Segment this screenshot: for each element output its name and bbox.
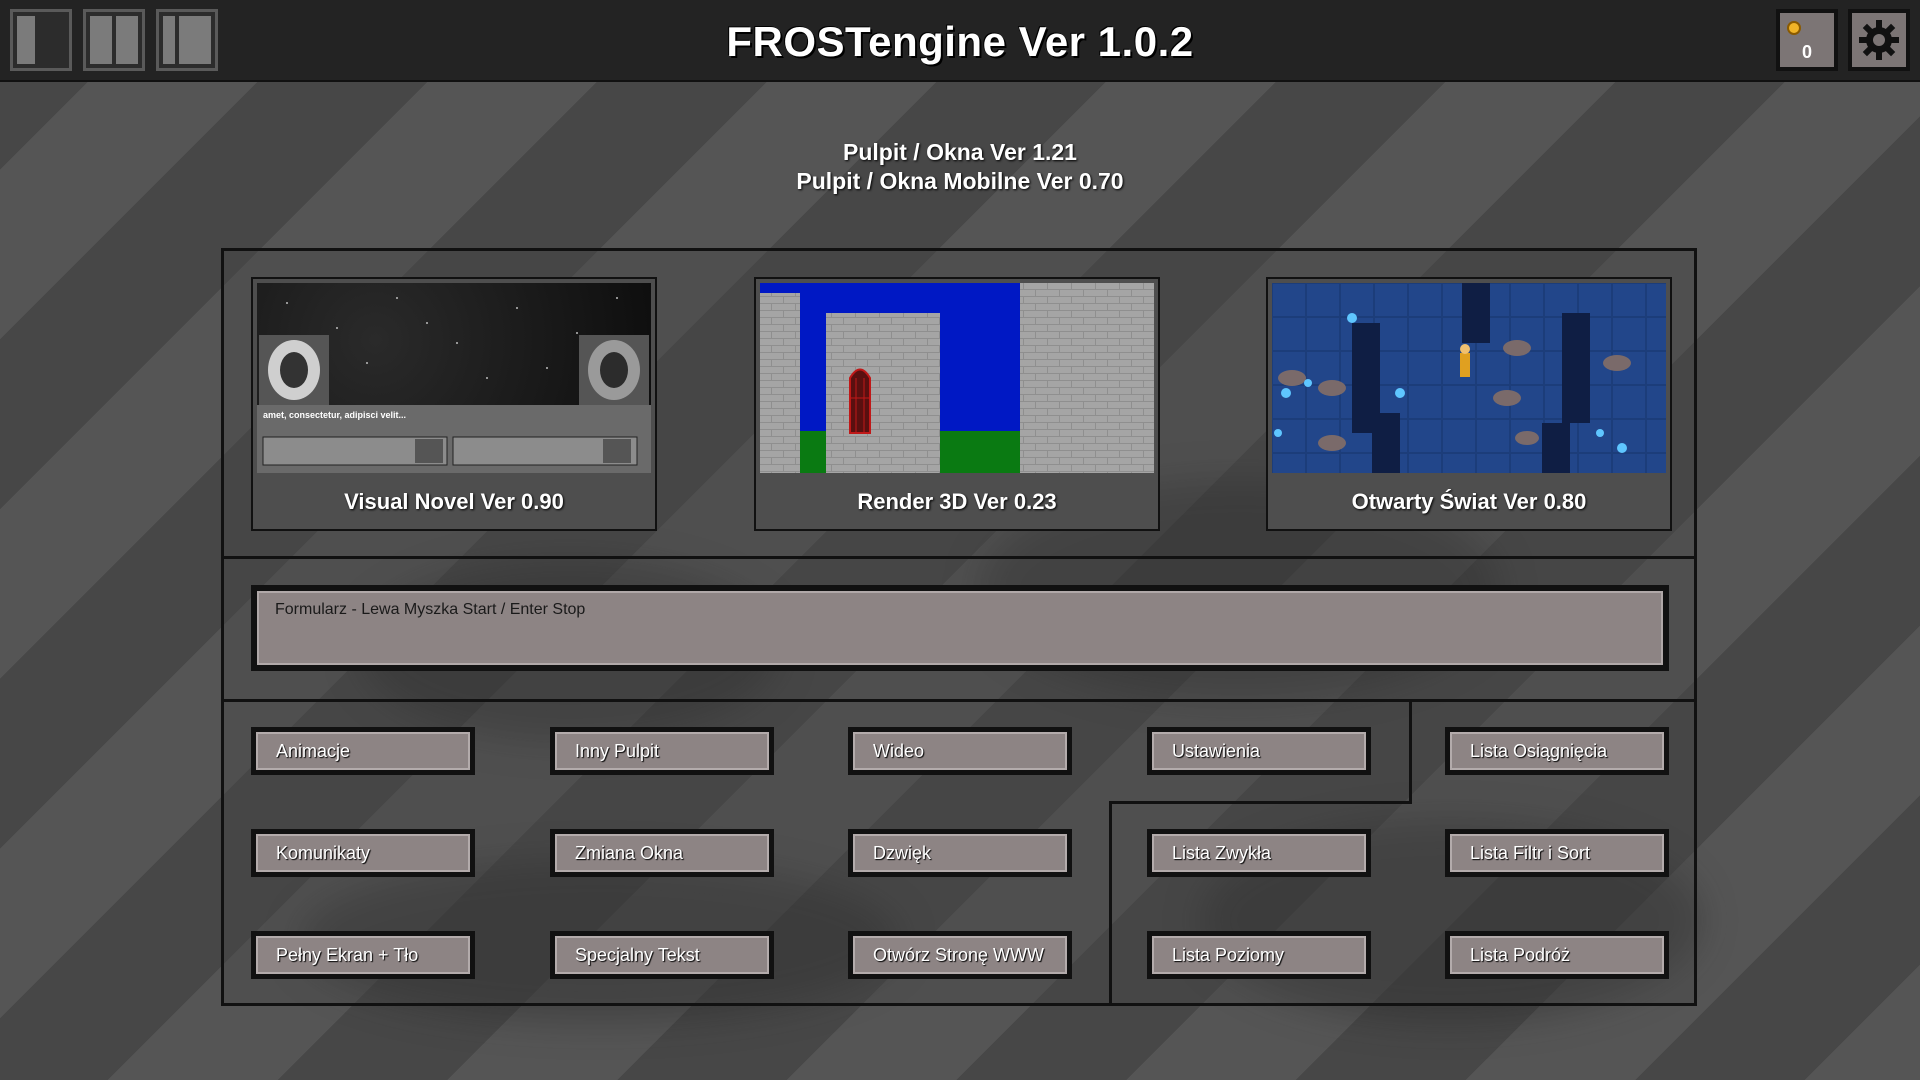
open-website-button[interactable]: Otwórz Stronę WWW: [848, 931, 1072, 979]
section-divider: [1109, 801, 1412, 804]
app-title: FROSTengine Ver 1.0.2: [726, 18, 1194, 65]
levels-list-button[interactable]: Lista Poziomy: [1147, 931, 1371, 979]
open-world-preview: [1272, 283, 1666, 473]
mobile-version: Pulpit / Okna Mobilne Ver 0.70: [796, 168, 1124, 194]
version-info: Pulpit / Okna Ver 1.21 Pulpit / Okna Mob…: [0, 138, 1920, 196]
coin-count: 0: [1801, 42, 1812, 62]
visual-novel-label: Visual Novel Ver 0.90: [344, 489, 564, 514]
panel-divider: [224, 556, 1694, 559]
coin-icon: [1787, 21, 1801, 35]
coin-counter[interactable]: 0: [1776, 9, 1838, 71]
settings-menu-button[interactable]: Ustawienia: [1147, 727, 1371, 775]
other-desktop-button[interactable]: Inny Pulpit: [550, 727, 774, 775]
render-3d-card[interactable]: Render 3D Ver 0.23: [754, 277, 1160, 531]
achievements-list-button[interactable]: Lista Osiągnięcia: [1445, 727, 1669, 775]
simple-list-button[interactable]: Lista Zwykła: [1147, 829, 1371, 877]
filter-sort-list-button[interactable]: Lista Filtr i Sort: [1445, 829, 1669, 877]
section-divider: [1409, 699, 1412, 804]
open-world-card[interactable]: Otwarty Świat Ver 0.80: [1266, 277, 1672, 531]
visual-novel-card[interactable]: amet, consectetur, adipisci velit... Vis…: [251, 277, 657, 531]
sound-button[interactable]: Dzwięk: [848, 829, 1072, 877]
section-divider: [1109, 801, 1112, 1003]
special-text-button[interactable]: Specjalny Tekst: [550, 931, 774, 979]
form-input-area[interactable]: Formularz - Lewa Myszka Start / Enter St…: [251, 585, 1669, 671]
visual-novel-preview: amet, consectetur, adipisci velit...: [257, 283, 651, 473]
open-world-label: Otwarty Świat Ver 0.80: [1351, 489, 1587, 514]
change-window-button[interactable]: Zmiana Okna: [550, 829, 774, 877]
main-panel: amet, consectetur, adipisci velit... Vis…: [221, 248, 1697, 1006]
messages-button[interactable]: Komunikaty: [251, 829, 475, 877]
gear-icon: [1859, 20, 1899, 60]
render-3d-preview: [760, 283, 1154, 473]
video-button[interactable]: Wideo: [848, 727, 1072, 775]
settings-button[interactable]: [1848, 9, 1910, 71]
fullscreen-background-button[interactable]: Pełny Ekran + Tło: [251, 931, 475, 979]
visual-novel-dialog-text: amet, consectetur, adipisci velit...: [263, 410, 407, 420]
animations-button[interactable]: Animacje: [251, 727, 475, 775]
panel-divider: [224, 699, 1694, 702]
form-hint-text: Formularz - Lewa Myszka Start / Enter St…: [275, 601, 586, 618]
travel-list-button[interactable]: Lista Podróż: [1445, 931, 1669, 979]
render-3d-label: Render 3D Ver 0.23: [857, 489, 1057, 514]
desktop-version: Pulpit / Okna Ver 1.21: [843, 139, 1077, 165]
top-bar: FROSTengine Ver 1.0.2 0: [0, 0, 1920, 82]
